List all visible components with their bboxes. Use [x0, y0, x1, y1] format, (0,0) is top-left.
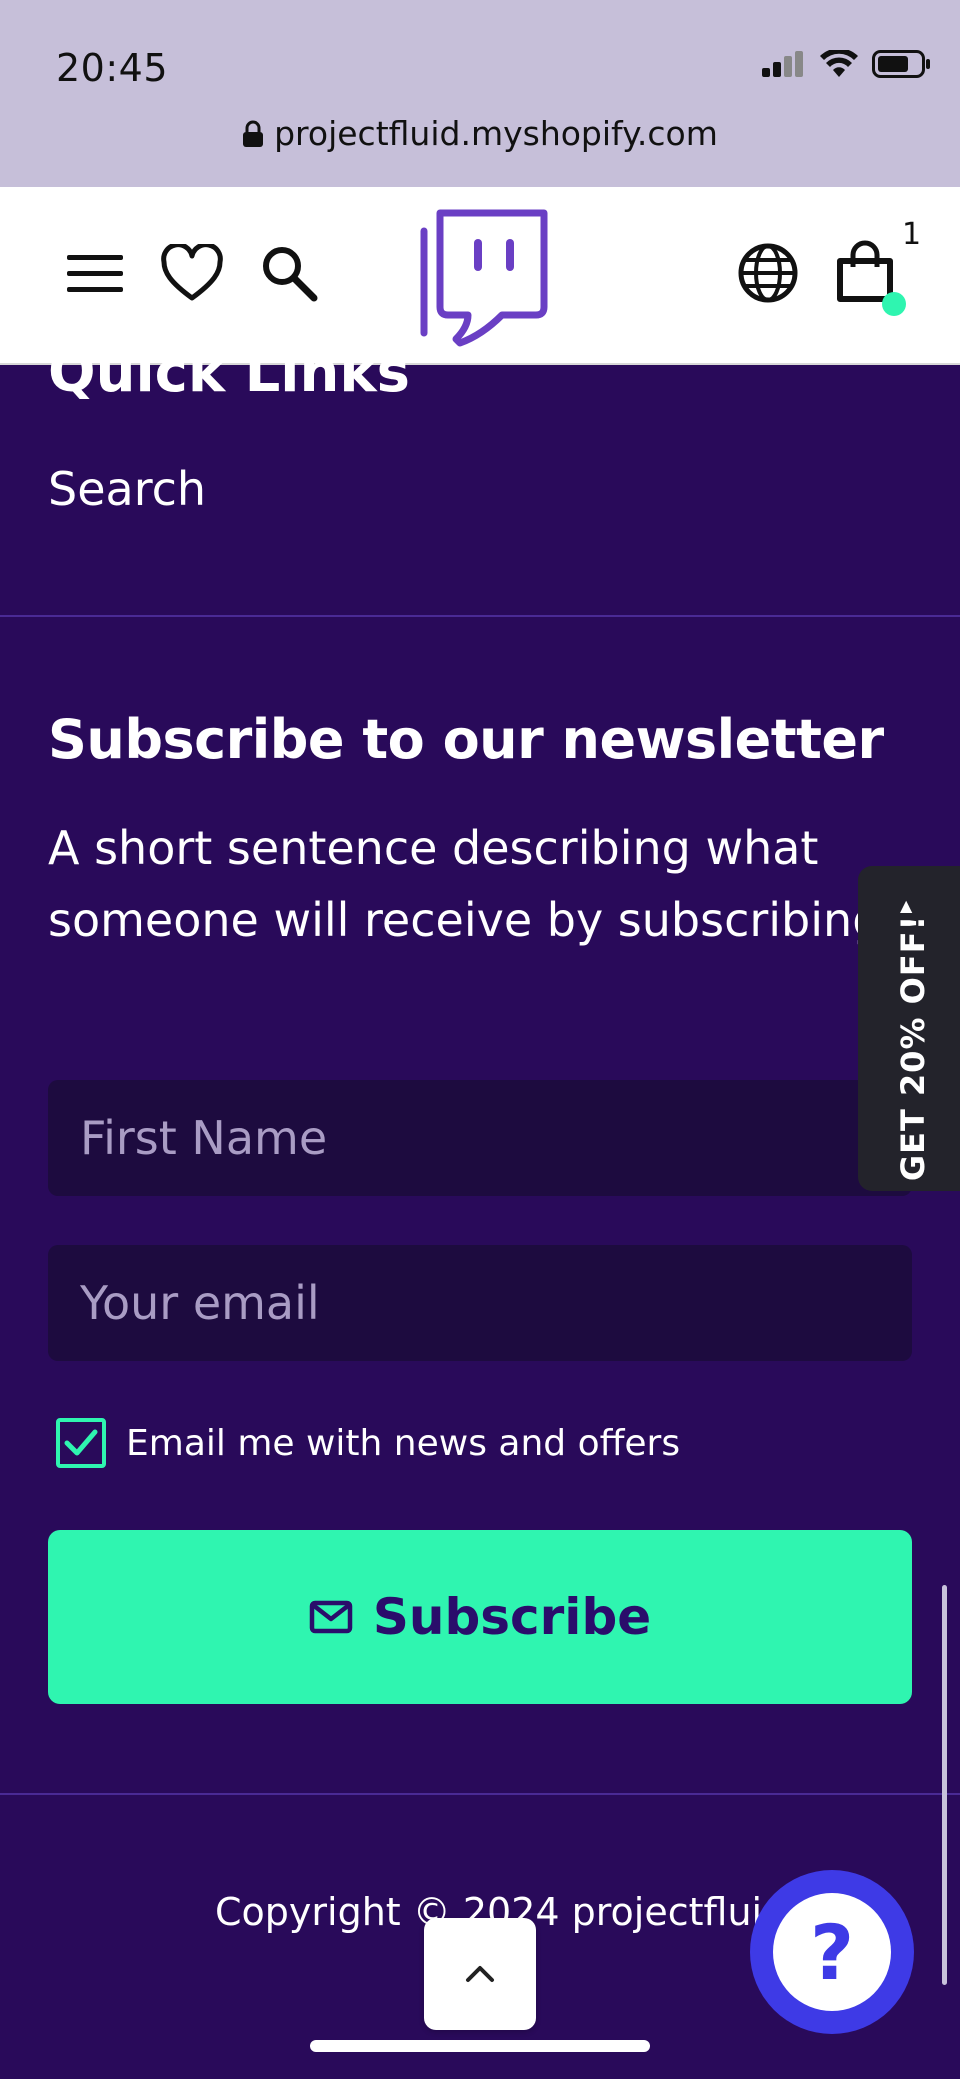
footer-divider — [0, 615, 960, 617]
search-button[interactable] — [254, 233, 324, 313]
status-time: 20:45 — [56, 46, 169, 90]
mail-icon — [309, 1600, 353, 1634]
caret-up-icon: ▲ — [900, 896, 913, 915]
chevron-up-icon — [466, 1966, 494, 1982]
globe-icon — [738, 243, 798, 303]
subscribe-button[interactable]: Subscribe — [48, 1530, 912, 1704]
newsletter-title: Subscribe to our newsletter — [48, 708, 884, 771]
language-button[interactable] — [732, 233, 804, 313]
checkmark-icon — [64, 1429, 98, 1456]
logo — [420, 209, 548, 347]
help-icon: ? — [773, 1893, 891, 2011]
menu-icon — [67, 255, 123, 292]
home-indicator — [310, 2040, 650, 2052]
site-header: 1 — [0, 187, 960, 365]
battery-icon — [872, 50, 930, 78]
url-text: projectfluid.myshopify.com — [274, 114, 718, 153]
newsletter-description: A short sentence describing what someone… — [48, 821, 882, 947]
subscribe-label: Subscribe — [372, 1588, 652, 1646]
checkbox-label: Email me with news and offers — [126, 1422, 681, 1464]
promo-tab[interactable]: ▲ GET 20% OFF! — [858, 866, 960, 1191]
cart-count-badge: 1 — [902, 217, 922, 252]
email-input[interactable] — [48, 1245, 912, 1361]
scroll-to-top-button[interactable] — [424, 1918, 536, 2030]
footer-divider-bottom — [0, 1793, 960, 1795]
lock-icon — [243, 120, 264, 147]
checkbox-box[interactable] — [56, 1418, 106, 1468]
quick-links-title: Quick Links — [48, 340, 410, 405]
wifi-icon — [820, 50, 858, 77]
cart-indicator-dot — [882, 292, 906, 316]
url-bar[interactable]: projectfluid.myshopify.com — [0, 114, 960, 153]
signal-icon — [762, 51, 803, 77]
quick-link-search[interactable]: Search — [48, 462, 206, 516]
scrollbar[interactable] — [942, 1585, 947, 1985]
browser-chrome: 20:45 projectfluid.myshopify.com — [0, 0, 960, 187]
news-offers-checkbox[interactable]: Email me with news and offers — [56, 1418, 680, 1468]
heart-icon — [161, 244, 223, 301]
first-name-input[interactable] — [48, 1080, 912, 1196]
search-icon — [263, 247, 318, 302]
menu-button[interactable] — [62, 233, 128, 313]
help-button[interactable]: ? — [750, 1870, 914, 2034]
wishlist-button[interactable] — [156, 233, 228, 313]
promo-label: GET 20% OFF! — [894, 914, 932, 1182]
site-logo[interactable] — [414, 201, 554, 351]
status-icons — [762, 50, 932, 78]
